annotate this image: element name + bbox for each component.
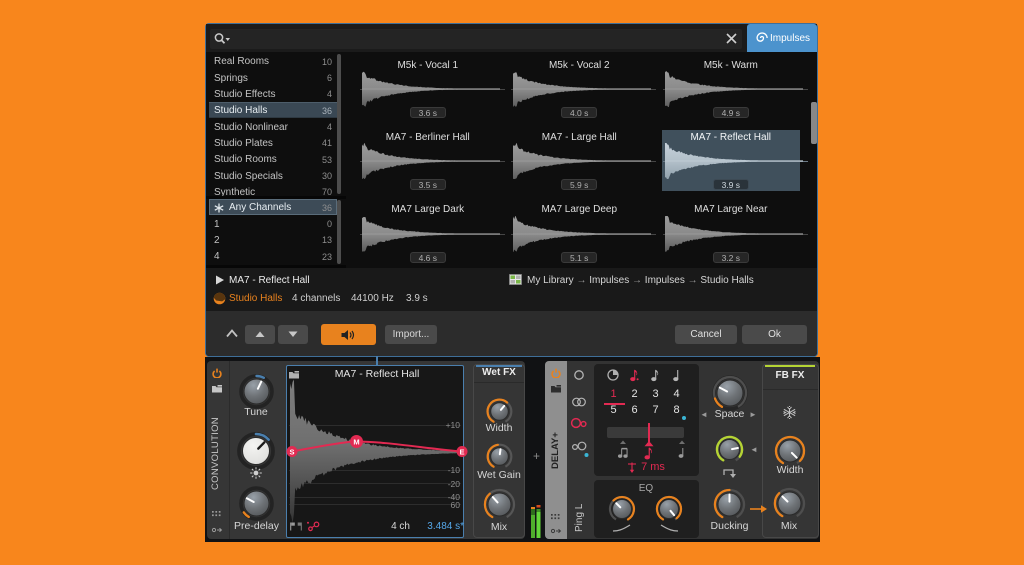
svg-text:M: M (353, 438, 359, 447)
svg-text:E: E (459, 447, 464, 456)
svg-text:S: S (289, 447, 294, 456)
